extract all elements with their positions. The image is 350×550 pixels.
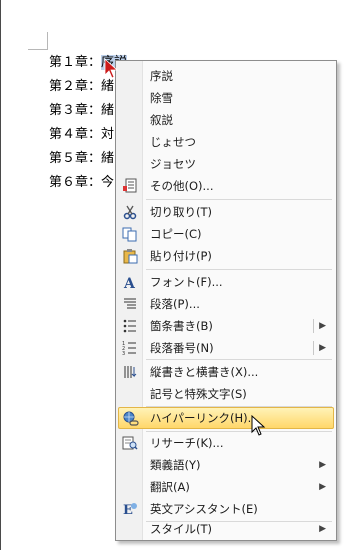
menu-item-english-assistant[interactable]: E 英文アシスタント(E) (118, 498, 334, 520)
bullet-list-icon (122, 318, 138, 334)
submenu-arrow-icon[interactable]: ▶ (319, 337, 326, 359)
menu-item-suggestion-5[interactable]: ジョセツ (118, 153, 334, 175)
menu-item-text-direction[interactable]: 縦書きと横書き(X)... (118, 361, 334, 383)
chapter-heading: 第１章： (49, 55, 102, 70)
chapter-text: 対 (101, 127, 115, 142)
clipboard-icon (122, 248, 138, 264)
svg-text:A: A (123, 276, 136, 290)
menu-item-paste[interactable]: 貼り付け(P) (118, 245, 334, 267)
context-menu: 序説 除雪 叙説 じょせつ ジョセツ その他(O)... 切り取り(T) コピー… (115, 60, 337, 541)
chapter-text: 緒 (101, 79, 115, 94)
menu-separator (146, 199, 332, 200)
submenu-arrow-icon: ▶ (319, 482, 326, 492)
paragraph-icon (122, 296, 138, 312)
split-divider (313, 319, 314, 333)
chapter-heading: 第３章： (49, 103, 102, 118)
menu-item-symbols[interactable]: 記号と特殊文字(S) (118, 383, 334, 405)
split-divider (313, 341, 314, 355)
menu-item-research[interactable]: リサーチ(K)... (118, 432, 334, 454)
menu-item-font[interactable]: A フォント(F)... (118, 271, 334, 293)
text-direction-icon (122, 364, 138, 380)
menu-item-numbering[interactable]: 123 段落番号(N) ▶ (118, 337, 334, 359)
document-line-3[interactable]: 第３章：緒 (49, 99, 115, 118)
menu-item-paragraph[interactable]: 段落(P)... (118, 293, 334, 315)
submenu-arrow-icon[interactable]: ▶ (319, 315, 326, 337)
chapter-text: 今 (101, 175, 115, 190)
english-assistant-icon: E (122, 501, 138, 518)
chapter-text: 緒 (101, 103, 115, 118)
chapter-heading: 第５章： (49, 151, 102, 166)
document-line-6[interactable]: 第６章：今 (49, 171, 115, 190)
research-book-icon (122, 435, 138, 451)
menu-item-copy[interactable]: コピー(C) (118, 223, 334, 245)
mouse-pointer-icon (104, 58, 119, 79)
font-icon: A (122, 274, 138, 292)
menu-item-synonyms[interactable]: 類義語(Y) ▶ (118, 454, 334, 476)
submenu-arrow-icon: ▶ (319, 524, 326, 534)
chapter-heading: 第６章： (49, 175, 102, 190)
menu-item-suggestion-3[interactable]: 叙説 (118, 109, 334, 131)
mouse-pointer-icon (251, 415, 266, 436)
menu-item-hyperlink[interactable]: ハイパーリンク(H)... (118, 407, 334, 429)
submenu-arrow-icon: ▶ (319, 460, 326, 470)
numbered-list-icon: 123 (122, 340, 138, 357)
menu-item-other[interactable]: その他(O)... (118, 175, 334, 197)
menu-separator (146, 269, 332, 270)
menu-item-styles[interactable]: スタイル(T) ▶ (118, 518, 334, 540)
menu-item-bullets[interactable]: 箇条書き(B) ▶ (118, 315, 334, 337)
menu-item-translate[interactable]: 翻訳(A) ▶ (118, 476, 334, 498)
chapter-heading: 第２章： (49, 79, 102, 94)
copy-icon (122, 226, 138, 242)
menu-separator (146, 359, 332, 360)
document-list-icon (122, 178, 138, 194)
document-line-4[interactable]: 第４章：対 (49, 123, 115, 142)
scissors-icon (122, 204, 138, 220)
menu-item-suggestion-2[interactable]: 除雪 (118, 87, 334, 109)
hyperlink-globe-icon (123, 411, 139, 427)
svg-text:3: 3 (122, 351, 125, 356)
menu-item-suggestion-4[interactable]: じょせつ (118, 131, 334, 153)
document-line-5[interactable]: 第５章：緒 (49, 147, 115, 166)
menu-item-suggestion-1[interactable]: 序説 (118, 65, 334, 87)
document-left-border (0, 0, 1, 550)
chapter-text: 緒 (101, 151, 115, 166)
chapter-heading: 第４章： (49, 127, 102, 142)
menu-item-cut[interactable]: 切り取り(T) (118, 201, 334, 223)
